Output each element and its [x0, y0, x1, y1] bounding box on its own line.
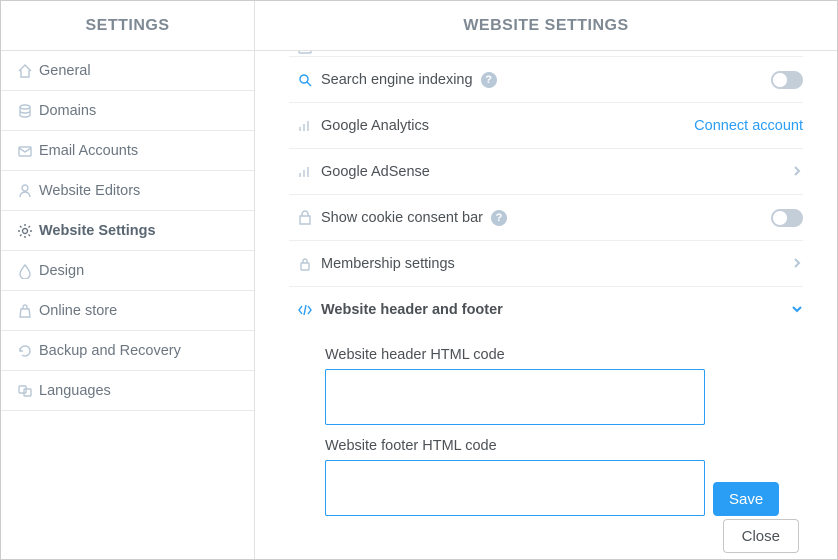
row-label: Google Analytics [321, 118, 429, 134]
save-button[interactable]: Save [713, 482, 779, 516]
database-icon [15, 101, 35, 121]
home-icon [15, 61, 35, 81]
sidebar-item-website-settings[interactable]: Website Settings [1, 211, 254, 251]
connect-account-link[interactable]: Connect account [694, 118, 803, 134]
sidebar-item-label: Website Editors [39, 183, 140, 199]
sidebar-item-label: Website Settings [39, 223, 156, 239]
sidebar-item-backup[interactable]: Backup and Recovery [1, 331, 254, 371]
row-search-indexing[interactable]: Search engine indexing ? [289, 57, 803, 103]
sidebar-item-label: Email Accounts [39, 143, 138, 159]
sidebar-item-label: Domains [39, 103, 96, 119]
row-header-footer[interactable]: Website header and footer [289, 287, 803, 333]
settings-sidebar: General Domains Email Accounts Website E… [1, 51, 255, 559]
chart-icon [293, 164, 317, 180]
sidebar-item-label: General [39, 63, 91, 79]
header-settings-title: SETTINGS [1, 1, 255, 50]
main-scroll-area[interactable]: Search engine indexing ? Google Analytic… [255, 51, 837, 559]
row-label: Google AdSense [321, 164, 430, 180]
row-google-analytics[interactable]: Google Analytics Connect account [289, 103, 803, 149]
header-code-input[interactable] [325, 369, 705, 425]
chevron-right-icon [791, 164, 803, 180]
language-icon [15, 381, 35, 401]
cookie-icon [293, 210, 317, 226]
sidebar-item-general[interactable]: General [1, 51, 254, 91]
tag-icon [293, 51, 317, 56]
sidebar-item-label: Design [39, 263, 84, 279]
header: SETTINGS WEBSITE SETTINGS [1, 1, 837, 51]
lock-icon [293, 256, 317, 272]
sidebar-item-design[interactable]: Design [1, 251, 254, 291]
sidebar-item-label: Languages [39, 383, 111, 399]
row-label: Show cookie consent bar [321, 210, 483, 226]
row-google-adsense[interactable]: Google AdSense [289, 149, 803, 195]
row-cookie-consent[interactable]: Show cookie consent bar ? [289, 195, 803, 241]
drop-icon [15, 261, 35, 281]
sidebar-item-store[interactable]: Online store [1, 291, 254, 331]
help-icon[interactable]: ? [481, 72, 497, 88]
sidebar-item-label: Online store [39, 303, 117, 319]
sidebar-item-editors[interactable]: Website Editors [1, 171, 254, 211]
gear-icon [15, 221, 35, 241]
close-bar: Close [723, 519, 799, 553]
chevron-right-icon [791, 256, 803, 272]
header-page-title: WEBSITE SETTINGS [255, 1, 837, 50]
row-label: Membership settings [321, 256, 455, 272]
chevron-down-icon [791, 302, 803, 318]
settings-window: SETTINGS WEBSITE SETTINGS General Domain… [0, 0, 838, 560]
footer-code-label: Website footer HTML code [325, 438, 803, 454]
code-icon [293, 302, 317, 318]
header-code-label: Website header HTML code [325, 347, 803, 363]
sidebar-item-domains[interactable]: Domains [1, 91, 254, 131]
help-icon[interactable]: ? [491, 210, 507, 226]
row-label: Search engine indexing [321, 72, 473, 88]
chart-icon [293, 118, 317, 134]
refresh-icon [15, 341, 35, 361]
sidebar-item-label: Backup and Recovery [39, 343, 181, 359]
search-icon [293, 72, 317, 88]
search-indexing-toggle[interactable] [771, 71, 803, 89]
header-footer-panel: Website header HTML code Website footer … [289, 333, 803, 524]
bag-icon [15, 301, 35, 321]
sidebar-item-email[interactable]: Email Accounts [1, 131, 254, 171]
edit-name-link[interactable] [799, 51, 803, 56]
sidebar-item-languages[interactable]: Languages [1, 371, 254, 411]
mail-icon [15, 141, 35, 161]
close-button[interactable]: Close [723, 519, 799, 553]
footer-code-input[interactable] [325, 460, 705, 516]
cookie-consent-toggle[interactable] [771, 209, 803, 227]
row-label: Website header and footer [321, 302, 503, 318]
users-icon [15, 181, 35, 201]
row-membership[interactable]: Membership settings [289, 241, 803, 287]
